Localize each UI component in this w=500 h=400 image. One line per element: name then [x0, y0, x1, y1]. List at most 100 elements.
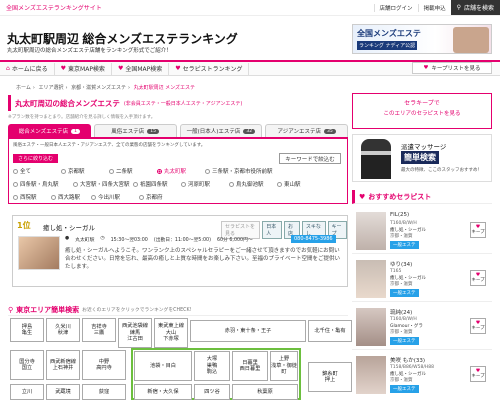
area-option[interactable]: 祇園四条駅: [133, 180, 179, 188]
map-cell[interactable]: 西武池袋線 練馬 江古田: [118, 318, 152, 348]
map-cell[interactable]: 西武新宿線 上石神井: [46, 350, 80, 380]
therapist-photo[interactable]: [356, 260, 386, 298]
area-option[interactable]: 東山駅: [277, 180, 313, 188]
keep-label: キープ: [471, 278, 485, 283]
area-option[interactable]: 烏丸御池駅: [229, 180, 275, 188]
therapist-card[interactable]: 琉純(24) T160/B/W/H Glamour・グラ 京都・滋賀 一般エステ…: [352, 304, 492, 350]
tab-all-esthe[interactable]: 総合メンズエステ店 1: [8, 124, 91, 137]
nav-therapist-ranking[interactable]: ♥ セラピストランキング: [169, 62, 250, 75]
breadcrumb-kyoto[interactable]: 京都・滋賀メンズエステ: [71, 85, 126, 91]
map-cell[interactable]: 中野 高円寺: [82, 350, 126, 380]
area-option[interactable]: 大宮駅・四条大宮駅: [73, 180, 131, 188]
map-cell[interactable]: 池袋・目白: [134, 351, 192, 381]
breadcrumb-area[interactable]: エリア選択: [38, 85, 63, 91]
tab-japanese-esthe[interactable]: 一般(日本人)エステ店 32: [179, 124, 263, 137]
tag-japanese: 日本人: [262, 221, 283, 239]
tab-asian-esthe[interactable]: アジアンエステ店 35: [265, 124, 348, 137]
map-cell[interactable]: 立川: [10, 384, 44, 400]
therapist-photo[interactable]: [356, 356, 386, 394]
therapist-keep-banner[interactable]: セラキープで このエリアのセラピストを見る: [352, 93, 492, 129]
tab-count-badge: 1: [71, 128, 81, 134]
radio-icon: [13, 194, 18, 200]
header-banner[interactable]: 全国メンズエステ ランキング ナディア公認: [352, 24, 492, 54]
map-cell[interactable]: 上野 浅草・御徒町: [270, 351, 298, 381]
map-cell[interactable]: 新宿・大久保: [134, 384, 192, 400]
area-label: 河原町駅: [188, 182, 211, 188]
map-cell[interactable]: 荻窪: [82, 384, 126, 400]
shop-station: 丸太町駅: [75, 238, 95, 243]
map-cell[interactable]: 北千住・亀有: [308, 320, 352, 342]
area-option[interactable]: 今出川駅: [91, 193, 137, 201]
map-cell[interactable]: 赤羽・東十条・王子: [190, 320, 306, 342]
keep-list-button[interactable]: ♥ キープリストを見る: [412, 62, 492, 74]
radio-icon: [109, 168, 114, 174]
nav-japan-map-label: 全国MAP検索: [125, 66, 163, 73]
shop-dates: (出勤日：11:00〜翌5:00): [153, 238, 211, 243]
nav-tokyo-map[interactable]: ♥ 東京MAP検索: [55, 62, 112, 75]
area-option[interactable]: 西大路駅: [51, 193, 89, 201]
therapist-name[interactable]: ゆり(34): [390, 260, 412, 268]
map-cell[interactable]: 国分寺 国立: [10, 350, 44, 380]
dispatch-massage-banner[interactable]: 派遣マッサージ 簡単検索 最大の特徴、ここのスタッフおすすめ！: [352, 134, 492, 182]
therapist-card[interactable]: 美咲 もか(33) T158/B86/W58/H88 癒し処・シーガル 京都・滋…: [352, 352, 492, 400]
area-label: 三条駅・京都市役所前駅: [212, 169, 273, 175]
therapist-keep-button[interactable]: ♥ キープ: [470, 366, 486, 382]
shop-card[interactable]: 1位 癒し処・シーガル セラピストを見る 日本人 お店 スキなし キープ ● 丸…: [12, 215, 348, 287]
area-option[interactable]: 京都府: [139, 193, 185, 201]
therapist-name[interactable]: FIL(25): [390, 212, 409, 218]
shop-phone[interactable]: 080-8475-3986: [291, 235, 336, 243]
radio-icon: [181, 181, 186, 187]
shop-name[interactable]: 癒し処・シーガル: [43, 222, 95, 232]
area-label: 丸太町駅: [164, 169, 187, 175]
map-cell[interactable]: 武蔵境: [46, 384, 80, 400]
nav-home[interactable]: ⌂ ホームに戻る: [0, 62, 55, 75]
therapist-keep-button[interactable]: ♥ キープ: [470, 270, 486, 286]
therapist-name[interactable]: 琉純(24): [390, 308, 412, 316]
therapist-card[interactable]: FIL(25) T160/B/W/H 癒し処・シーガル 京都・滋賀 一般エステ …: [352, 208, 492, 254]
heart-icon: ♥: [117, 65, 124, 72]
therapist-keep-button[interactable]: ♥ キープ: [470, 318, 486, 334]
map-cell[interactable]: 錦糸町 押上: [308, 362, 352, 392]
area-option[interactable]: 全て: [13, 167, 59, 175]
apply-link[interactable]: 掲載申込: [417, 3, 451, 12]
map-cell[interactable]: 吉祥寺 三鷹: [82, 318, 116, 342]
therapist-name[interactable]: 美咲 もか(33): [390, 356, 425, 364]
therapist-area: 京都・滋賀: [390, 234, 413, 239]
area-option[interactable]: 二条駅: [109, 167, 155, 175]
nav-japan-map[interactable]: ♥ 全国MAP検索: [112, 62, 170, 75]
breadcrumb-home[interactable]: ホーム: [16, 85, 31, 91]
therapist-photo[interactable]: [356, 212, 386, 250]
therapist-card[interactable]: ゆり(34) T165 癒し処・シーガル 京都・滋賀 一般エステ ♥ キープ: [352, 256, 492, 302]
area-option[interactable]: 京都駅: [61, 167, 107, 175]
tab-fuzoku-esthe[interactable]: 風俗エステ店 15: [93, 124, 177, 137]
map-cell[interactable]: 四ツ谷: [194, 384, 230, 400]
map-cell[interactable]: 大塚 巣鴨 駒込: [194, 351, 230, 381]
map-cell[interactable]: 秋葉原: [232, 384, 298, 400]
store-search-button[interactable]: ⚲ 店舗を検索: [450, 0, 500, 15]
banner2-line1: 派遣マッサージ: [401, 143, 447, 151]
area-label: 祇園四条駅: [140, 182, 168, 188]
shop-photo[interactable]: [18, 236, 60, 270]
radio-icon: [229, 181, 234, 187]
area-option[interactable]: 西院駅: [13, 193, 49, 201]
reco-line2: このエリアのセラピストを見る: [383, 111, 461, 117]
breadcrumb: ホーム › エリア選択 › 京都・滋賀メンズエステ › 丸太町駅周辺 メンズエステ: [16, 85, 196, 91]
site-tagline: 全国メンズエステランキングサイト: [6, 5, 102, 12]
therapist-photo[interactable]: [356, 308, 386, 346]
radio-icon: [205, 168, 210, 174]
area-option[interactable]: 河原町駅: [181, 180, 227, 188]
therapist-stats: T165: [390, 269, 402, 274]
area-option[interactable]: 四条駅・烏丸駅: [13, 180, 71, 188]
nav-tokyo-map-label: 東京MAP検索: [68, 66, 105, 73]
area-option[interactable]: 三条駅・京都市役所前駅: [205, 167, 289, 175]
area-option-selected[interactable]: 丸太町駅: [157, 167, 203, 175]
filter-panel: 風俗エステ・一般日本人エステ・アジアンエステ、全ての業態の店舗をランキングしてい…: [8, 137, 348, 204]
keyword-filter-button[interactable]: キーワードで絞込む: [279, 153, 341, 164]
tokyo-map-title: 東京エリア簡単検索: [16, 305, 80, 314]
map-cell[interactable]: 押島 亀生: [10, 318, 44, 342]
store-login-link[interactable]: 店舗ログイン: [373, 3, 418, 12]
map-cell[interactable]: 日暮里 西日暮里: [232, 351, 268, 381]
map-cell[interactable]: 東武東上線 大山 下赤塚: [154, 318, 188, 348]
therapist-keep-button[interactable]: ♥ キープ: [470, 222, 486, 238]
map-cell[interactable]: 久米川 秋津: [46, 318, 80, 342]
